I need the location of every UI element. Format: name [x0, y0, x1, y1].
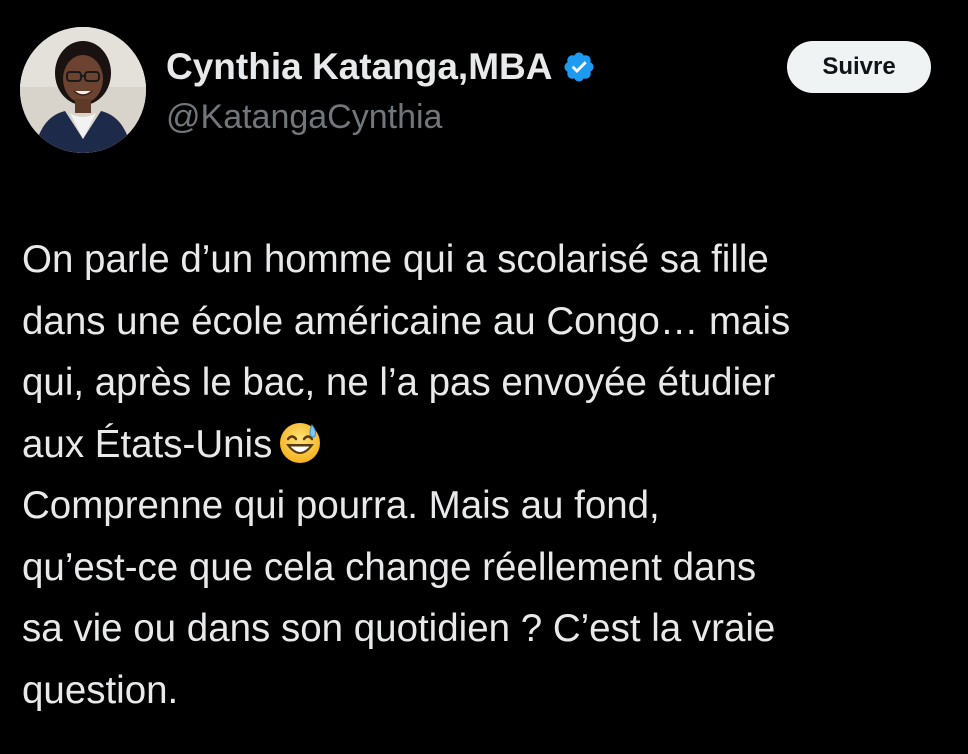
author-name-row: Cynthia Katanga,MBA [166, 44, 596, 90]
tweet-line: aux États-Unis [22, 422, 273, 466]
tweet-line: qu’est-ce que cela change réellement dan… [22, 545, 757, 589]
tweet-line: qui, après le bac, ne l’a pas envoyée ét… [22, 361, 776, 404]
tweet-line: On parle d’un homme qui a scolarisé sa f… [22, 238, 769, 281]
verified-badge-icon [562, 50, 596, 84]
tweet-line: dans une école américaine au Congo… mais [22, 299, 791, 343]
tweet-line-with-emoji: aux États-Unis [22, 414, 952, 476]
tweet-line: sa vie ou dans son quotidien ? C’est la … [22, 607, 776, 650]
grinning-face-with-sweat-icon [278, 421, 322, 465]
tweet-line: question. [22, 668, 179, 712]
follow-button[interactable]: Suivre [787, 41, 931, 93]
author-avatar[interactable] [20, 27, 146, 153]
author-display-name[interactable]: Cynthia Katanga,MBA [166, 46, 552, 88]
tweet-card: Cynthia Katanga,MBA @KatangaCynthia Suiv… [0, 0, 968, 754]
avatar-image [20, 27, 146, 153]
tweet-line: Comprenne qui pourra. Mais au fond, [22, 484, 660, 527]
author-handle[interactable]: @KatangaCynthia [166, 98, 442, 137]
tweet-text: On parle d’un homme qui a scolarisé sa f… [22, 229, 952, 721]
